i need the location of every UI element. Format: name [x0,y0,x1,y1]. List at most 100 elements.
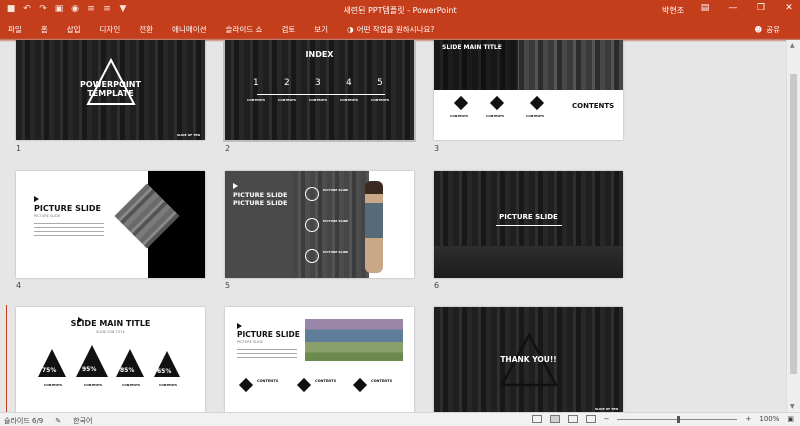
play-triangle-icon [233,183,238,189]
index-label: CONTENTS [247,98,266,102]
slide-indicator[interactable]: 슬라이드 6/9 [4,416,43,426]
tab-file[interactable]: 파일 [8,24,22,35]
slide-title: SLIDE MAIN TITLE [442,44,502,51]
tab-view[interactable]: 보기 [314,24,328,35]
thumbs-up-icon [305,187,319,201]
tell-me-box[interactable]: ◑ 어떤 작업을 원하시나요? [347,24,434,35]
slide-title: PICTURE SLIDE [34,204,102,213]
zoom-out-icon[interactable]: − [604,415,610,423]
slide-subtitle: PICTURE SLIDE [34,214,61,218]
item-label: CONTENTS [450,114,469,118]
tab-insert[interactable]: 삽입 [67,24,81,35]
status-bar: 슬라이드 6/9 ✎ 한국어 − + 100% ▣ [0,412,800,426]
scroll-down-icon[interactable]: ▼ [790,403,795,410]
index-number: 3 [315,78,321,88]
diamond-icon [352,377,368,393]
slide-number: 1 [16,144,22,153]
slide-sorter-view-icon[interactable] [549,415,560,423]
share-button[interactable]: ☻ 공유 [754,24,780,35]
vertical-scrollbar[interactable]: ▲ ▼ [786,40,800,412]
language-indicator[interactable]: 한국어 [73,416,92,426]
scroll-up-icon[interactable]: ▲ [790,42,795,49]
text-line [34,235,104,236]
slide-thumbnail-9[interactable]: THANK YOU!! SLIDE OF TEN [434,307,623,412]
tab-design[interactable]: 디자인 [100,24,121,35]
percent-value: 65% [157,368,172,375]
road-area [434,246,623,278]
slide-thumbnail-3[interactable]: SLIDE MAIN TITLE CONTENTS CONTENTS CONTE… [434,40,623,140]
diamond-icon [296,377,312,393]
item-label: PICTURE SLIDE [323,250,349,254]
index-number: 1 [253,78,259,88]
item-label: CONTENTS [159,383,178,387]
slide-title: PICTURE SLIDE [237,330,300,339]
tab-review[interactable]: 검토 [281,24,295,35]
text-line [34,223,104,224]
slide-thumbnail-7[interactable]: SLIDE MAIN TITLE SLIDE SUB TITLE 75% 95%… [16,307,205,412]
mail-icon [305,249,319,263]
slide-thumbnail-6[interactable]: PICTURE SLIDE [434,171,623,278]
spell-check-icon[interactable]: ✎ [55,417,61,425]
slide-footer: SLIDE OF TEN [176,133,200,137]
slide-title: THANK YOU!! [500,355,557,364]
slide-number: 3 [434,144,440,153]
ribbon-display-icon[interactable]: ▤ [698,3,712,13]
tab-animations[interactable]: 애니메이션 [172,24,207,35]
zoom-level[interactable]: 100% [759,415,779,423]
reading-view-icon[interactable] [567,415,578,423]
item-label: PICTURE SLIDE [323,188,349,192]
user-name[interactable]: 박현조 [662,5,684,16]
person-icon: ☻ [754,25,763,34]
slide-thumbnail-8[interactable]: PICTURE SLIDE PICTURE SLIDE CONTENTS CON… [225,307,414,412]
item-label: PICTURE SLIDE [323,219,349,223]
tab-transitions[interactable]: 전환 [139,24,153,35]
fit-to-window-icon[interactable]: ▣ [787,415,794,423]
triangle-shape [116,349,144,377]
triangle-shape [76,345,108,377]
person-photo [365,181,383,273]
zoom-slider[interactable] [617,415,738,423]
item-label: CONTENTS [84,383,103,387]
slide-number: 5 [225,281,231,290]
title-underline [496,225,562,226]
text-line [237,357,297,358]
index-label: CONTENTS [278,98,297,102]
slide-sorter: POWERPOINT TEMPLATE SLIDE OF TEN 1 INDEX… [0,40,786,412]
slide-title: SLIDE MAIN TITLE [70,319,151,328]
tab-slideshow[interactable]: 슬라이드 쇼 [226,24,263,35]
restore-icon[interactable]: ❐ [754,3,768,13]
normal-view-icon[interactable] [531,415,542,423]
item-label: CONTENTS [526,114,545,118]
text-line [34,231,104,232]
title-bar: ■ ↶ ↷ ▣ ◉ ≡ ≡ ▼ 새련된 PPT템플릿 - PowerPoint … [0,0,800,20]
landscape-photo [305,319,403,361]
lightbulb-icon: ◑ [347,25,354,34]
text-line [237,349,297,350]
zoom-slider-knob[interactable] [677,415,681,423]
diamond-icon [529,95,545,111]
diamond-icon [453,95,469,111]
close-icon[interactable]: ✕ [782,3,796,13]
zoom-in-icon[interactable]: + [745,415,751,423]
index-number: 2 [284,78,290,88]
item-label: CONTENTS [257,379,279,383]
slide-thumbnail-2[interactable]: INDEX 1 2 3 4 5 CONTENTS CONTENTS CONTEN… [223,40,416,142]
slide-thumbnail-5[interactable]: PICTURE SLIDE PICTURE SLIDE PICTURE SLID… [225,171,414,278]
text-line [237,353,297,354]
index-number: 4 [346,78,352,88]
play-triangle-icon [34,196,39,202]
tab-home[interactable]: 홈 [41,24,48,35]
slide-number: 4 [16,281,22,290]
slide-thumbnail-1[interactable]: POWERPOINT TEMPLATE SLIDE OF TEN [16,40,205,140]
slide-title: PICTURE SLIDE [499,213,558,221]
minimize-icon[interactable]: — [726,3,740,13]
index-label: CONTENTS [371,98,390,102]
index-label: CONTENTS [309,98,328,102]
text-line [34,227,104,228]
slideshow-view-icon[interactable] [585,415,596,423]
insertion-marker [6,305,7,412]
slide-number: 6 [434,281,440,290]
scroll-thumb[interactable] [790,74,797,374]
percent-value: 75% [42,367,57,374]
slide-thumbnail-4[interactable]: PICTURE SLIDE PICTURE SLIDE [16,171,205,278]
